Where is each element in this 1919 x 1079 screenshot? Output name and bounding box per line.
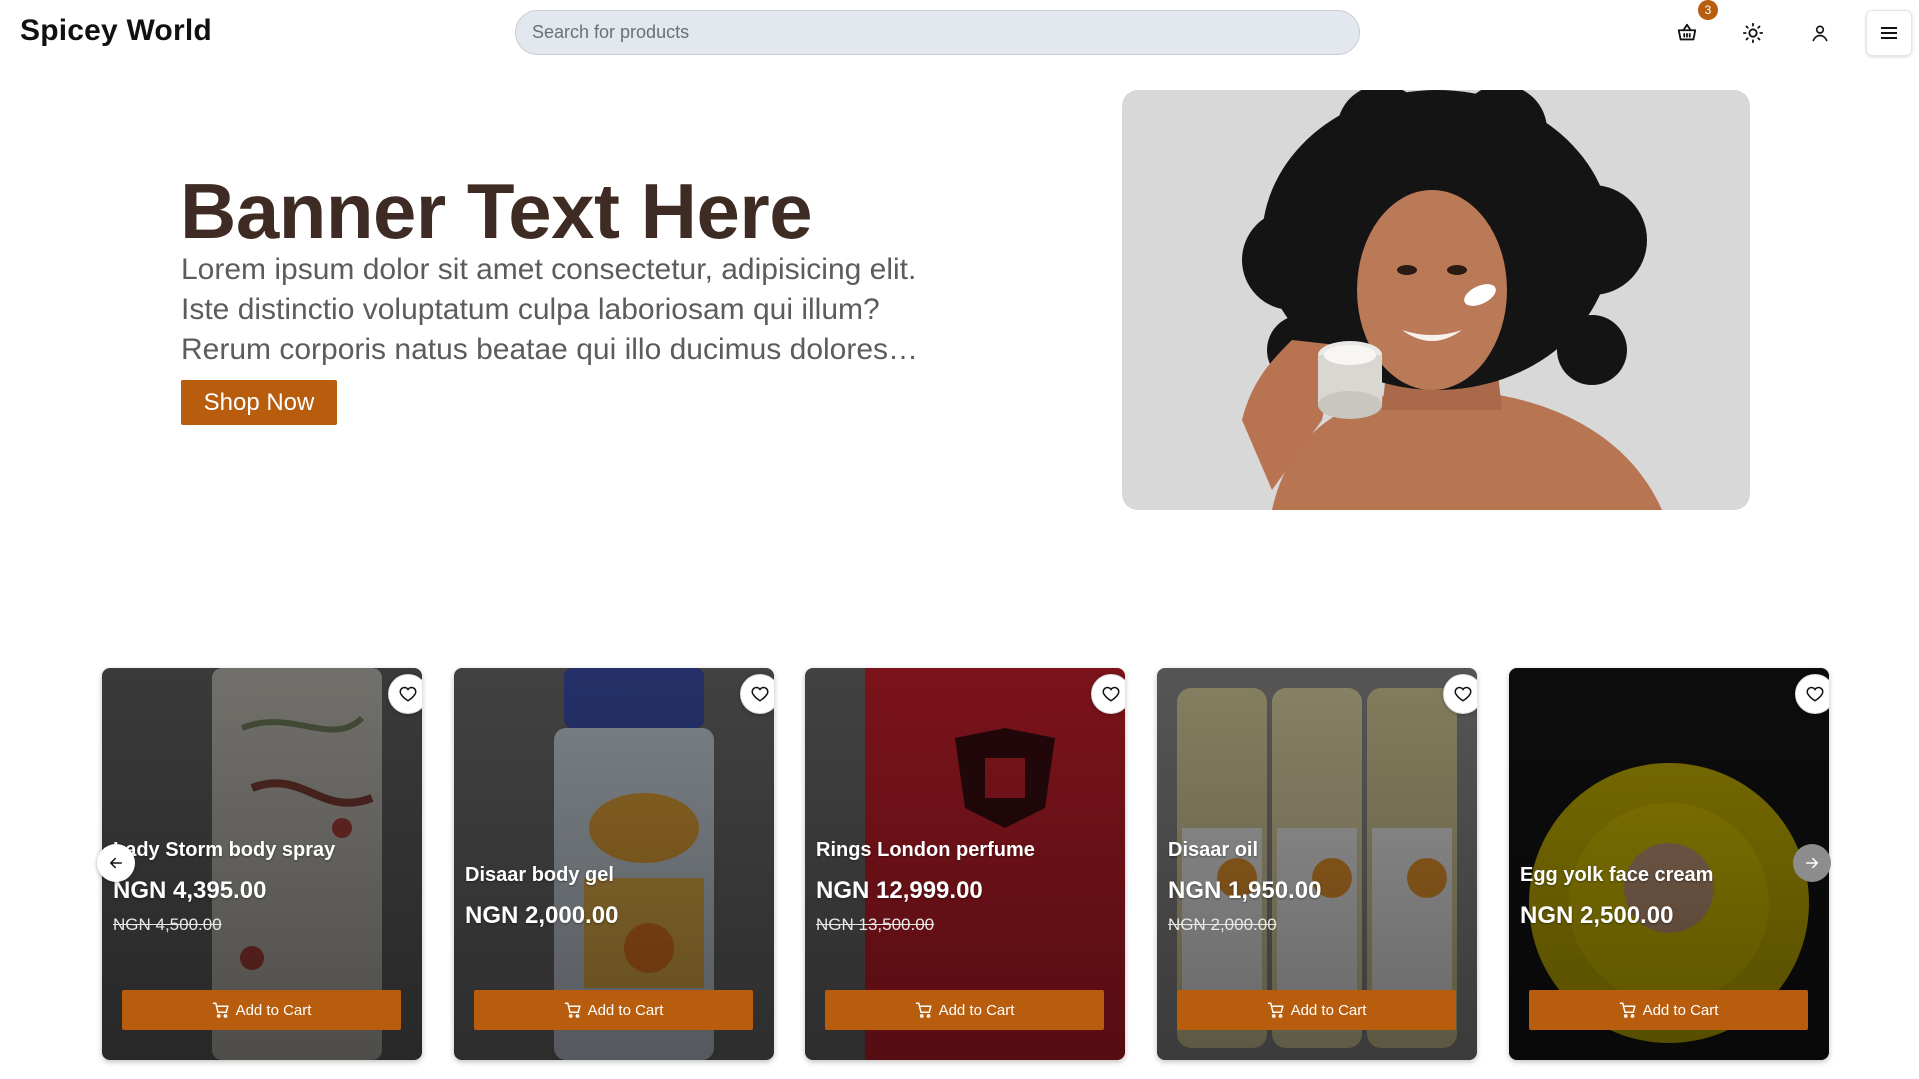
hero-banner-image [1122, 90, 1750, 510]
product-card[interactable]: Rings London perfume NGN 12,999.00 NGN 1… [805, 668, 1125, 1060]
cart-icon [212, 1002, 229, 1018]
heart-icon [1102, 686, 1120, 702]
add-to-cart-label: Add to Cart [938, 1001, 1015, 1019]
add-to-cart-label: Add to Cart [587, 1001, 664, 1019]
product-card[interactable]: Disaar body gel NGN 2,000.00 Add to Cart [454, 668, 774, 1060]
search-input[interactable] [515, 10, 1360, 55]
heart-icon [751, 686, 769, 702]
heart-icon [1454, 686, 1472, 702]
hero-title: Banner Text Here [180, 167, 813, 255]
cart-icon [915, 1002, 932, 1018]
wishlist-button[interactable] [1795, 674, 1829, 714]
add-to-cart-label: Add to Cart [1290, 1001, 1367, 1019]
add-to-cart-button[interactable]: Add to Cart [474, 990, 753, 1030]
product-price: NGN 4,395.00 [113, 877, 267, 904]
sun-icon[interactable] [1738, 18, 1768, 48]
wishlist-button[interactable] [1443, 674, 1477, 714]
add-to-cart-label: Add to Cart [235, 1001, 312, 1019]
hero-description: Lorem ipsum dolor sit amet consectetur, … [181, 253, 917, 366]
heart-icon [399, 686, 417, 702]
header: Spicey World 3 [0, 0, 1919, 66]
carousel-prev-button[interactable] [97, 844, 135, 882]
wishlist-button[interactable] [1091, 674, 1125, 714]
product-name: Rings London perfume [816, 839, 1035, 861]
add-to-cart-button[interactable]: Add to Cart [1529, 990, 1808, 1030]
cart-icon [1619, 1002, 1636, 1018]
cart-icon [1267, 1002, 1284, 1018]
product-price: NGN 2,500.00 [1520, 902, 1674, 929]
hamburger-icon [1881, 27, 1897, 39]
user-icon[interactable] [1805, 18, 1835, 48]
product-price: NGN 2,000.00 [465, 902, 619, 929]
product-carousel: Lady Storm body spray NGN 4,395.00 NGN 4… [0, 668, 1919, 1068]
wishlist-button[interactable] [388, 674, 422, 714]
wishlist-button[interactable] [740, 674, 774, 714]
cart-icon [564, 1002, 581, 1018]
product-old-price: NGN 13,500.00 [816, 915, 935, 934]
product-name: Egg yolk face cream [1520, 864, 1714, 886]
product-card[interactable]: Lady Storm body spray NGN 4,395.00 NGN 4… [102, 668, 422, 1060]
heart-icon [1806, 686, 1824, 702]
add-to-cart-label: Add to Cart [1642, 1001, 1719, 1019]
arrow-right-icon [1806, 857, 1818, 869]
add-to-cart-button[interactable]: Add to Cart [122, 990, 401, 1030]
product-name: Disaar oil [1168, 839, 1259, 861]
shop-now-button[interactable]: Shop Now [181, 380, 337, 425]
product-price: NGN 12,999.00 [816, 877, 983, 904]
product-name: Disaar body gel [465, 864, 614, 886]
menu-button[interactable] [1866, 10, 1912, 56]
product-card[interactable]: Disaar oil NGN 1,950.00 NGN 2,000.00 Add… [1157, 668, 1477, 1060]
product-old-price: NGN 4,500.00 [113, 915, 222, 934]
carousel-next-button[interactable] [1793, 844, 1831, 882]
product-name: Lady Storm body spray [113, 839, 336, 861]
add-to-cart-button[interactable]: Add to Cart [1177, 990, 1456, 1030]
product-price: NGN 1,950.00 [1168, 877, 1322, 904]
brand-logo[interactable]: Spicey World [20, 14, 212, 48]
add-to-cart-button[interactable]: Add to Cart [825, 990, 1104, 1030]
product-old-price: NGN 2,000.00 [1168, 915, 1277, 934]
basket-icon[interactable] [1672, 18, 1702, 48]
cart-count-badge: 3 [1698, 0, 1718, 20]
arrow-left-icon [110, 857, 122, 869]
product-card[interactable]: Egg yolk face cream NGN 2,500.00 Add to … [1509, 668, 1829, 1060]
